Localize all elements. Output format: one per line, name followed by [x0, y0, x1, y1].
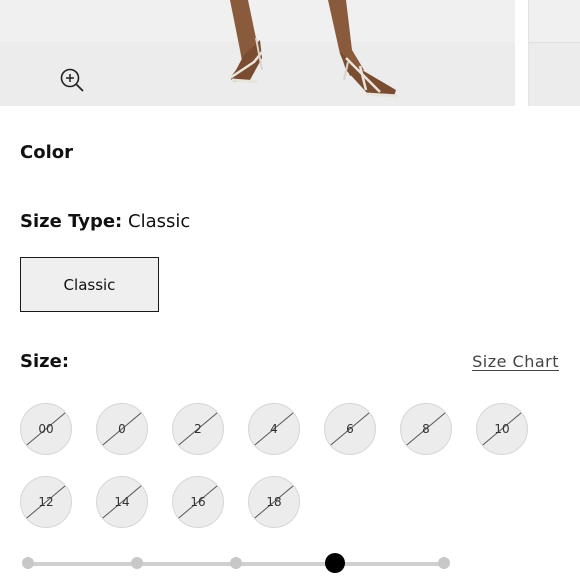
carousel-dot-2[interactable]: [131, 557, 143, 569]
size-option-label: 2: [194, 422, 202, 436]
carousel-dot-3[interactable]: [230, 557, 242, 569]
size-option-0[interactable]: 0: [96, 403, 148, 455]
size-option-label: 14: [114, 495, 130, 509]
size-option-label: 4: [270, 422, 278, 436]
carousel-dot-5[interactable]: [438, 557, 450, 569]
size-type-option-classic[interactable]: Classic: [20, 257, 159, 312]
carousel-dot-4-active[interactable]: [325, 553, 345, 573]
size-option-label: 00: [38, 422, 54, 436]
model-legs-sandals-image: [229, 0, 399, 98]
size-option-2[interactable]: 2: [172, 403, 224, 455]
color-label: Color: [20, 142, 73, 163]
size-option-4[interactable]: 4: [248, 403, 300, 455]
product-image[interactable]: [0, 0, 515, 106]
zoom-in-icon[interactable]: [58, 66, 86, 94]
size-option-label: 0: [118, 422, 126, 436]
size-label: Size:: [20, 351, 70, 372]
size-option-12[interactable]: 12: [20, 476, 72, 528]
size-option-label: 10: [494, 422, 510, 436]
size-option-label: 18: [266, 495, 282, 509]
carousel-dot-1[interactable]: [22, 557, 34, 569]
size-option-label: 16: [190, 495, 206, 509]
size-option-label: 8: [422, 422, 430, 436]
size-option-label: 6: [346, 422, 354, 436]
size-option-18[interactable]: 18: [248, 476, 300, 528]
size-option-16[interactable]: 16: [172, 476, 224, 528]
size-chart-link[interactable]: Size Chart: [472, 352, 559, 371]
size-option-00[interactable]: 00: [20, 403, 72, 455]
size-type-value: Classic: [128, 211, 191, 232]
size-option-6[interactable]: 6: [324, 403, 376, 455]
size-type-label: Size Type:: [20, 211, 123, 232]
size-option-10[interactable]: 10: [476, 403, 528, 455]
size-option-14[interactable]: 14: [96, 476, 148, 528]
size-option-8[interactable]: 8: [400, 403, 452, 455]
size-option-label: 12: [38, 495, 54, 509]
size-type-heading: Size Type: Classic: [20, 211, 190, 232]
next-product-image[interactable]: [528, 0, 580, 106]
